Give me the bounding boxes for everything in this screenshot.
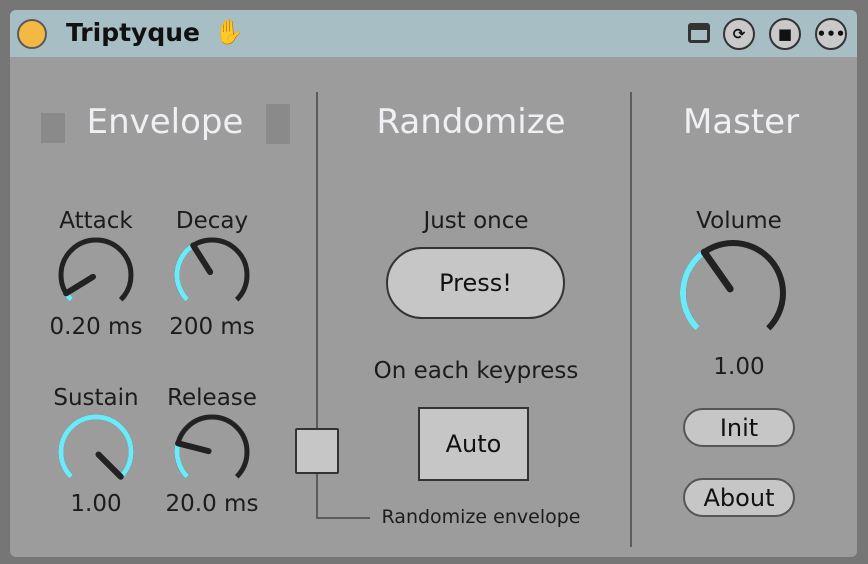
release-label: Release [167,385,257,411]
release-value: 20.0 ms [165,491,259,517]
device-panel: Triptyque ✋ ⟳ ■ ••• Envelope Randomize M… [10,10,857,557]
volume-knob-needle[interactable] [700,248,734,293]
sustain-value: 1.00 [70,491,122,517]
decay-value: 200 ms [169,314,255,340]
on-each-keypress-label: On each keypress [373,358,579,384]
decay-label: Decay [175,208,249,234]
just-once-label: Just once [423,208,529,234]
press-button[interactable]: Press! [386,247,565,319]
sustain-label: Sustain [53,385,139,411]
attack-value: 0.20 ms [49,314,143,340]
volume-label: Volume [696,208,782,234]
volume-value: 1.00 [713,354,765,380]
volume-knob-fill [680,249,707,331]
attack-label: Attack [59,208,133,234]
decay-knob-fill [174,243,195,302]
randomize-envelope-toggle[interactable] [295,428,339,474]
sustain-knob-fill [58,414,134,479]
release-knob-needle[interactable] [175,440,212,455]
attack-knob-needle[interactable] [63,273,97,297]
init-button[interactable]: Init [683,408,795,447]
about-button[interactable]: About [683,478,795,517]
sustain-knob-needle[interactable] [95,451,124,480]
auto-button[interactable]: Auto [418,407,529,481]
randomize-envelope-label: Randomize envelope [381,506,581,528]
decay-knob-needle[interactable] [190,242,214,276]
